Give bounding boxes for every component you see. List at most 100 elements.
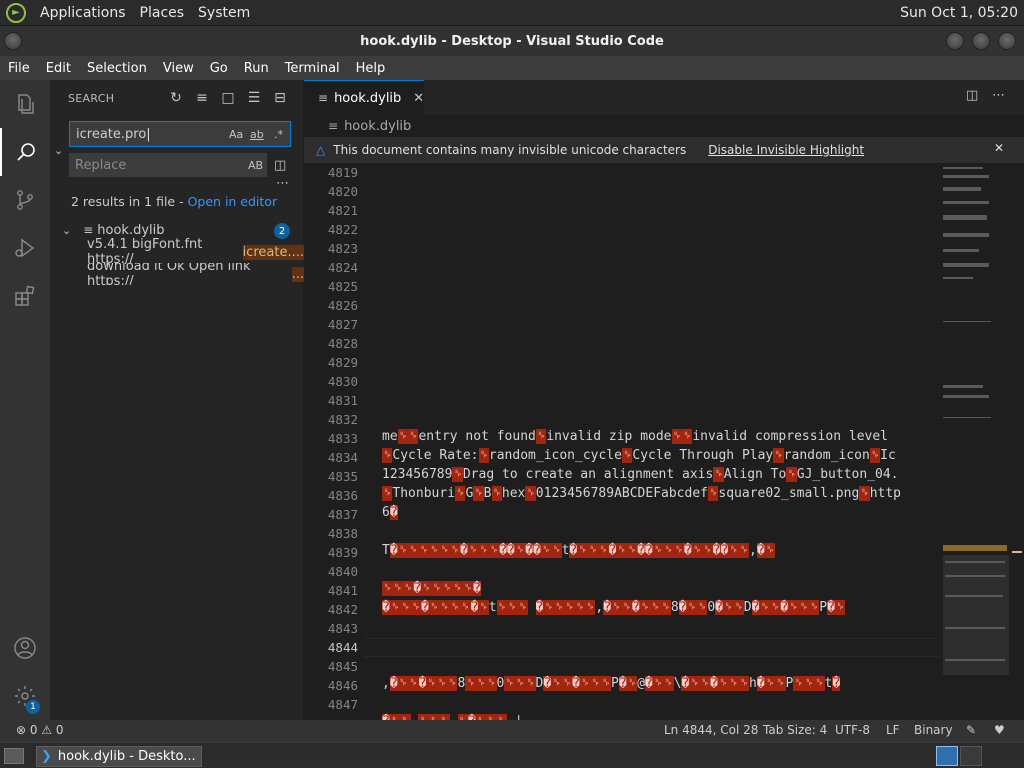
invisible-char-marker: �␠␠ xyxy=(756,676,786,691)
line-number: 4834 xyxy=(327,450,358,465)
end-of-line[interactable]: LF xyxy=(886,723,900,737)
invisible-char-marker: �␠␠ xyxy=(678,600,708,615)
code-text: http xyxy=(869,486,901,501)
invisible-char-marker: � xyxy=(389,505,398,520)
invisible-char-marker: ␠␠␠�␠␠␠␠␠� xyxy=(382,581,481,596)
menubar: File Edit Selection View Go Run Terminal… xyxy=(0,56,1024,80)
invisible-char-marker: ␠ xyxy=(382,448,393,463)
code-text: hex xyxy=(501,486,526,501)
line-number: 4832 xyxy=(327,412,358,427)
match-case-toggle[interactable]: Aa xyxy=(229,128,243,141)
minimize-icon[interactable] xyxy=(946,32,964,50)
menu-edit[interactable]: Edit xyxy=(38,61,79,76)
more-options-icon[interactable]: ⋯ xyxy=(276,176,289,191)
editor-text-area[interactable]: 4819 4820 4821 4822 4823 4824 4825 4826 4827 4828… xyxy=(304,163,940,720)
match-whole-word-toggle[interactable]: ab xyxy=(250,128,264,141)
line-number: 4827 xyxy=(327,317,358,332)
code-line-4841: ␠␠␠�␠␠␠␠␠� xyxy=(382,581,481,596)
search-result-item[interactable]: download it Ok Open link https://... xyxy=(50,263,304,285)
problems-indicator[interactable]: ⊗ 0 ⚠ 0 xyxy=(16,723,64,737)
invisible-char-marker: ␠␠ xyxy=(671,429,693,444)
invisible-char-marker: ␠ xyxy=(491,486,502,501)
cursor-position[interactable]: Ln 4844, Col 28 xyxy=(664,723,758,737)
minimap-block xyxy=(943,163,991,288)
search-result-item[interactable]: v5.4.1 bigFont.fnt https://icreate.... xyxy=(50,237,304,267)
line-number: 4826 xyxy=(327,298,358,313)
invisible-char-marker: ␠␠␠ xyxy=(504,676,536,691)
menu-go[interactable]: Go xyxy=(202,61,236,76)
line-number: 4843 xyxy=(327,621,358,636)
close-window-icon[interactable] xyxy=(998,32,1016,50)
line-number: 4825 xyxy=(327,279,358,294)
places-menu[interactable]: Places xyxy=(140,5,185,21)
scroll-match-marker xyxy=(1012,551,1022,553)
encoding[interactable]: UTF-8 xyxy=(835,723,870,737)
notifications-bell-icon[interactable]: ♥ xyxy=(994,723,1005,737)
search-icon[interactable] xyxy=(0,128,50,176)
workspace-switcher-2[interactable] xyxy=(960,746,982,766)
minimap[interactable] xyxy=(940,163,1024,720)
replace-input[interactable]: Replace AB xyxy=(69,153,267,177)
invisible-char-marker: ␠ xyxy=(713,467,724,482)
minimap-match-marker xyxy=(943,545,1007,551)
manage-gear-icon[interactable]: 1 xyxy=(0,672,50,720)
tab-size[interactable]: Tab Size: 4 xyxy=(763,723,827,737)
workspace-switcher-1[interactable] xyxy=(936,746,958,766)
refresh-icon[interactable]: ↻ xyxy=(166,88,186,108)
invisible-char-marker: ␠ xyxy=(707,486,719,501)
clear-results-icon[interactable]: ≡ xyxy=(192,88,212,108)
panel-clock[interactable]: Sun Oct 1, 05:20 xyxy=(900,5,1018,21)
language-mode[interactable]: Binary xyxy=(914,723,953,737)
show-desktop-icon[interactable] xyxy=(4,748,24,764)
more-actions-icon[interactable]: ⋯ xyxy=(992,88,1005,103)
source-control-icon[interactable] xyxy=(0,176,50,224)
explorer-icon[interactable] xyxy=(0,80,50,128)
menu-run[interactable]: Run xyxy=(236,61,277,76)
code-text: , xyxy=(382,676,390,691)
split-editor-icon[interactable]: ◫ xyxy=(966,88,978,103)
menu-file[interactable]: File xyxy=(0,61,38,76)
feedback-icon[interactable]: ✎ xyxy=(966,723,976,737)
accounts-icon[interactable] xyxy=(0,624,50,672)
view-as-tree-icon[interactable]: ☰ xyxy=(244,88,264,108)
file-lines-icon: ≡ xyxy=(83,223,94,237)
toggle-replace-chevron-icon[interactable]: ⌄ xyxy=(54,144,63,157)
expand-chevron-icon: ⌄ xyxy=(62,223,72,237)
line-number: 4846 xyxy=(327,678,358,693)
replace-all-icon[interactable]: ◫ xyxy=(274,158,286,173)
code-text: 0 xyxy=(707,600,716,615)
line-number: 4838 xyxy=(327,526,358,541)
tab-hook-dylib[interactable]: ≡ hook.dylib ✕ xyxy=(304,80,424,115)
window-titlebar[interactable]: hook.dylib - Desktop - Visual Studio Cod… xyxy=(0,26,1024,56)
use-regex-toggle[interactable]: .* xyxy=(274,128,283,141)
preserve-case-toggle[interactable]: AB xyxy=(248,159,263,172)
open-in-editor-link[interactable]: Open in editor xyxy=(188,194,278,209)
invisible-char-marker: ␠ xyxy=(473,486,484,501)
run-debug-icon[interactable] xyxy=(0,224,50,272)
new-search-editor-icon[interactable]: □ xyxy=(218,88,238,108)
invisible-char-marker: �␠␠�␠␠␠ xyxy=(389,676,458,691)
search-input[interactable]: icreate.pro | Aa ab .* xyxy=(69,121,291,147)
close-banner-icon[interactable]: ✕ xyxy=(994,141,1004,155)
disable-invisible-highlight-link[interactable]: Disable Invisible Highlight xyxy=(708,143,864,157)
collapse-all-icon[interactable]: ⊟ xyxy=(270,88,290,108)
applications-menu[interactable]: Applications xyxy=(40,5,126,21)
distro-logo-icon[interactable]: ► xyxy=(6,2,26,23)
menu-view[interactable]: View xyxy=(155,61,202,76)
system-menu[interactable]: System xyxy=(198,5,250,21)
close-tab-icon[interactable]: ✕ xyxy=(413,91,424,106)
invisible-char-marker: �␠␠�␠␠␠ xyxy=(543,676,612,691)
line-number: 4833 xyxy=(327,431,358,446)
minimap-slider[interactable] xyxy=(943,555,1009,675)
settings-update-badge: 1 xyxy=(26,700,40,714)
invisible-char-marker: �␠␠�␠␠␠ xyxy=(603,600,671,615)
menu-selection[interactable]: Selection xyxy=(79,61,155,76)
menu-help[interactable]: Help xyxy=(348,61,394,76)
breadcrumb[interactable]: ≡ hook.dylib xyxy=(304,115,1024,137)
window-menu-icon[interactable] xyxy=(4,32,22,50)
maximize-icon[interactable] xyxy=(972,32,990,50)
file-lines-icon: ≡ xyxy=(318,91,329,105)
extensions-icon[interactable] xyxy=(0,272,50,320)
menu-terminal[interactable]: Terminal xyxy=(277,61,348,76)
taskbar-vscode-window[interactable]: ❯ hook.dylib - Deskto... xyxy=(36,746,202,767)
